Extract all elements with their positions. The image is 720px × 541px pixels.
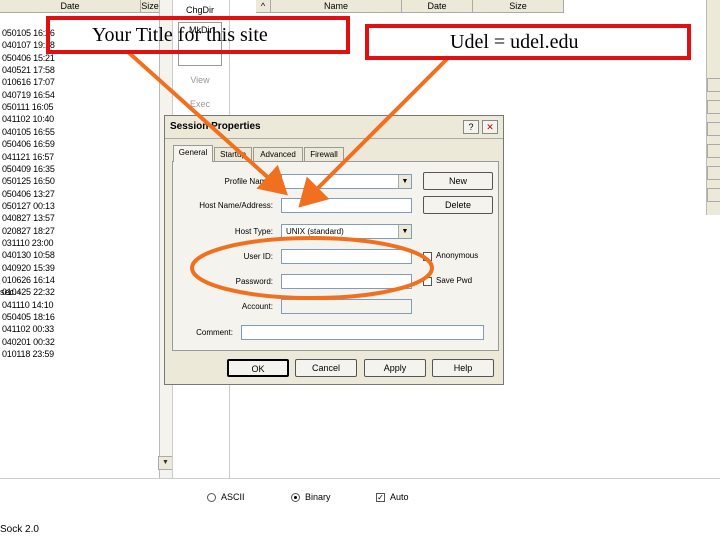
annotation-overlay <box>126 50 450 300</box>
title-annotation-text: Your Title for this site <box>92 24 268 46</box>
host-annotation-text: Udel = udel.edu <box>450 31 579 53</box>
credentials-highlight-ellipse <box>190 236 434 300</box>
title-arrow <box>126 50 288 196</box>
tab-general[interactable]: General <box>173 145 213 162</box>
host-arrow <box>298 56 450 208</box>
